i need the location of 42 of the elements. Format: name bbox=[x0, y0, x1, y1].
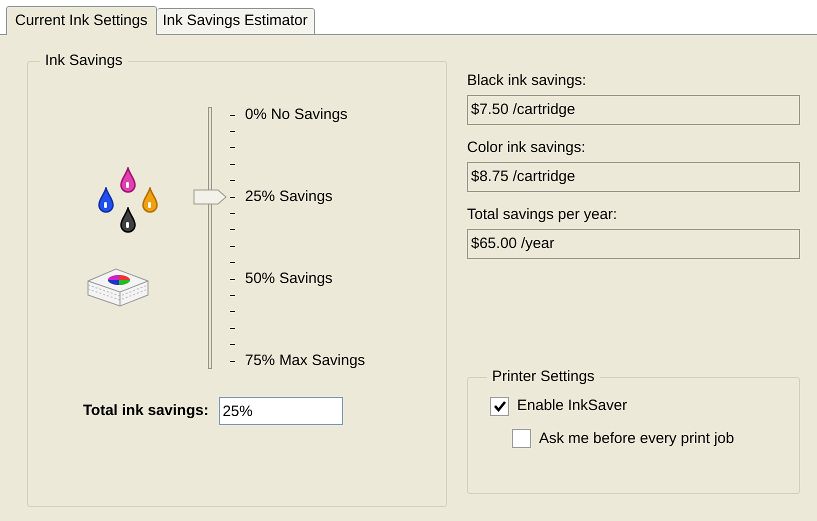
slider-label: 50% Savings bbox=[245, 268, 333, 289]
estimate-label: Total savings per year: bbox=[467, 206, 618, 224]
estimate-label: Black ink savings: bbox=[467, 72, 588, 90]
slider-label: 25% Savings bbox=[245, 186, 333, 207]
ink-drop-icon bbox=[141, 187, 159, 213]
total-field[interactable]: 25% bbox=[218, 397, 343, 426]
check-icon bbox=[494, 400, 506, 412]
slider-label: 75% Max Savings bbox=[245, 350, 366, 371]
tick-mark bbox=[230, 360, 235, 362]
checkbox-label[interactable]: Ask me before every print job bbox=[539, 428, 734, 450]
tick-mark bbox=[230, 147, 235, 148]
tick-mark bbox=[230, 262, 235, 264]
group-title: Ink Savings bbox=[40, 52, 128, 70]
tick-mark bbox=[230, 213, 235, 214]
tick-mark bbox=[230, 180, 235, 182]
tick-mark bbox=[230, 311, 235, 312]
ink-drop-icon bbox=[97, 187, 115, 213]
tick-mark bbox=[230, 229, 235, 230]
tick-mark bbox=[230, 278, 235, 280]
tab[interactable]: Current Ink Settings bbox=[6, 6, 157, 35]
tick-mark bbox=[230, 246, 235, 247]
slider-label: 0% No Savings bbox=[245, 104, 348, 125]
tick-mark bbox=[230, 114, 235, 116]
estimate-field: $65.00 /year bbox=[467, 229, 800, 259]
slider-thumb[interactable] bbox=[193, 188, 227, 205]
estimate-label: Color ink savings: bbox=[467, 139, 586, 157]
tick-mark bbox=[230, 328, 235, 329]
checkbox[interactable] bbox=[512, 429, 531, 448]
ink-drop-icon bbox=[119, 167, 137, 193]
checkbox[interactable] bbox=[490, 396, 509, 416]
ink-drop-icon bbox=[119, 207, 137, 233]
tick-mark bbox=[230, 196, 235, 198]
estimate-field: $7.50 /cartridge bbox=[467, 95, 800, 125]
total-label: Total ink savings: bbox=[83, 401, 209, 421]
tick-mark bbox=[230, 164, 235, 165]
checkbox-label[interactable]: Enable InkSaver bbox=[517, 395, 628, 418]
estimate-field: $8.75 /cartridge bbox=[467, 162, 800, 192]
tab[interactable]: Ink Savings Estimator bbox=[156, 8, 315, 34]
tick-mark bbox=[230, 131, 235, 132]
group-title: Printer Settings bbox=[487, 368, 600, 386]
tick-mark bbox=[230, 344, 235, 346]
tick-mark bbox=[230, 294, 235, 296]
